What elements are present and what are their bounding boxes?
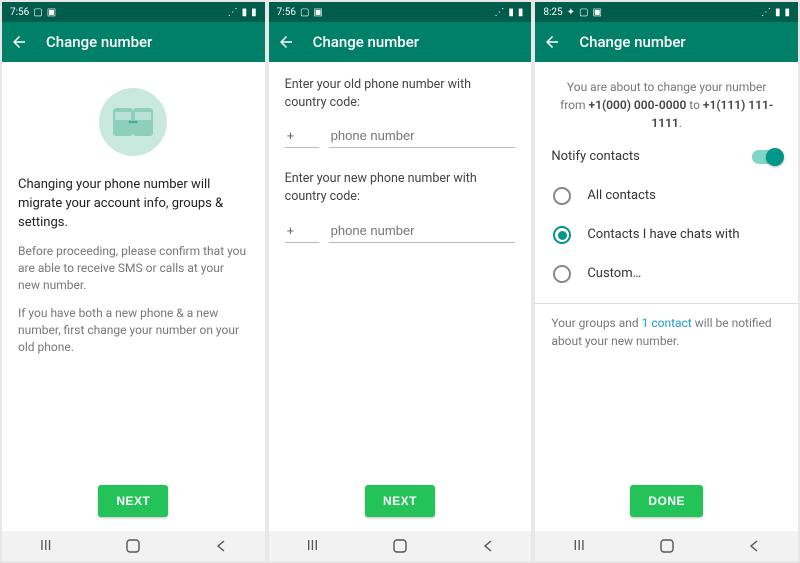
picture-icon: ▢ xyxy=(33,7,42,18)
contact-count-link[interactable]: 1 contact xyxy=(642,316,692,330)
wifi-icon: ⋰ xyxy=(228,7,238,18)
status-time: 7:56 xyxy=(277,7,296,18)
new-number-label: Enter your new phone number with country… xyxy=(285,170,516,206)
divider xyxy=(535,303,798,304)
signal-icon: ▮ xyxy=(508,7,514,18)
app-header: Change number xyxy=(2,22,265,62)
done-button[interactable]: DONE xyxy=(630,485,703,517)
header-title: Change number xyxy=(579,33,685,51)
battery-icon: ▮ xyxy=(785,7,791,18)
home-icon[interactable] xyxy=(125,538,141,554)
new-number-row xyxy=(285,219,516,243)
picture-icon: ▢ xyxy=(300,7,309,18)
button-bar: NEXT xyxy=(2,473,265,531)
radio-icon xyxy=(553,226,571,244)
back-icon[interactable] xyxy=(10,33,28,51)
back-nav-icon[interactable] xyxy=(746,538,762,554)
old-phone-input[interactable] xyxy=(329,124,516,148)
radio-icon xyxy=(553,187,571,205)
recents-icon[interactable]: III xyxy=(571,538,587,554)
picture-icon: ▣ xyxy=(47,7,56,18)
content-area: Changing your phone number will migrate … xyxy=(2,62,265,473)
old-number-label: Enter your old phone number with country… xyxy=(285,76,516,112)
app-header: Change number xyxy=(535,22,798,62)
android-nav-bar: III xyxy=(535,531,798,561)
old-number-row xyxy=(285,124,516,148)
battery-icon: ▮ xyxy=(518,7,524,18)
notify-footer: Your groups and 1 contact will be notifi… xyxy=(551,314,782,350)
radio-icon xyxy=(553,265,571,283)
screen-2-form: 7:56 ▢ ▣ ⋰ ▮ ▮ Change number Enter your old … xyxy=(269,2,532,561)
alarm-icon: ✦ xyxy=(567,7,575,18)
picture-icon: ▢ xyxy=(579,7,588,18)
recents-icon[interactable]: III xyxy=(38,538,54,554)
next-button[interactable]: NEXT xyxy=(98,485,168,517)
status-time: 8:25 xyxy=(543,7,562,18)
notify-toggle[interactable] xyxy=(752,150,782,164)
android-nav-bar: III xyxy=(2,531,265,561)
picture-icon: ▣ xyxy=(592,7,601,18)
wifi-icon: ⋰ xyxy=(494,7,504,18)
signal-icon: ▮ xyxy=(242,7,248,18)
status-bar: 7:56 ▢ ▣ ⋰ ▮▮ xyxy=(2,2,265,22)
signal-icon: ▮ xyxy=(775,7,781,18)
android-nav-bar: III xyxy=(269,531,532,561)
radio-chats-contacts[interactable]: Contacts I have chats with xyxy=(551,216,782,255)
back-icon[interactable] xyxy=(277,33,295,51)
status-bar: 8:25 ✦ ▢ ▣ ⋰ ▮ ▮ xyxy=(535,2,798,22)
notify-label: Notify contacts xyxy=(551,148,640,167)
content-area: You are about to change your number from… xyxy=(535,62,798,473)
new-country-code-input[interactable] xyxy=(285,219,319,243)
home-icon[interactable] xyxy=(392,538,408,554)
button-bar: NEXT xyxy=(269,473,532,531)
header-title: Change number xyxy=(46,33,152,51)
screen-1-intro: 7:56 ▢ ▣ ⋰ ▮▮ Change number Changing your p… xyxy=(2,2,265,561)
picture-icon: ▣ xyxy=(313,7,322,18)
content-area: Enter your old phone number with country… xyxy=(269,62,532,473)
recents-icon[interactable]: III xyxy=(304,538,320,554)
radio-label: Contacts I have chats with xyxy=(587,226,739,245)
battery-icon: ▮ xyxy=(251,7,257,18)
intro-headline: Changing your phone number will migrate … xyxy=(18,176,249,233)
radio-all-contacts[interactable]: All contacts xyxy=(551,177,782,216)
new-phone-input[interactable] xyxy=(329,219,516,243)
back-icon[interactable] xyxy=(543,33,561,51)
back-nav-icon[interactable] xyxy=(213,538,229,554)
app-header: Change number xyxy=(269,22,532,62)
old-country-code-input[interactable] xyxy=(285,124,319,148)
radio-label: Custom… xyxy=(587,265,641,284)
notify-row: Notify contacts xyxy=(551,148,782,167)
intro-para-1: Before proceeding, please confirm that y… xyxy=(18,243,249,295)
status-time: 7:56 xyxy=(10,7,29,18)
summary-mid: to xyxy=(686,98,703,112)
status-bar: 7:56 ▢ ▣ ⋰ ▮ ▮ xyxy=(269,2,532,22)
change-summary: You are about to change your number from… xyxy=(551,76,782,146)
footer-text-a: Your groups and xyxy=(551,316,641,330)
radio-custom[interactable]: Custom… xyxy=(551,255,782,294)
intro-para-2: If you have both a new phone & a new num… xyxy=(18,305,249,357)
screen-3-confirm: 8:25 ✦ ▢ ▣ ⋰ ▮ ▮ Change number You are about … xyxy=(535,2,798,561)
back-nav-icon[interactable] xyxy=(480,538,496,554)
next-button[interactable]: NEXT xyxy=(365,485,435,517)
home-icon[interactable] xyxy=(659,538,675,554)
summary-old-number: +1(000) 000-0000 xyxy=(589,98,687,112)
hero-sim-icon xyxy=(18,82,249,162)
summary-suffix: . xyxy=(679,116,682,130)
button-bar: DONE xyxy=(535,473,798,531)
header-title: Change number xyxy=(313,33,419,51)
wifi-icon: ⋰ xyxy=(761,7,771,18)
radio-label: All contacts xyxy=(587,187,656,206)
